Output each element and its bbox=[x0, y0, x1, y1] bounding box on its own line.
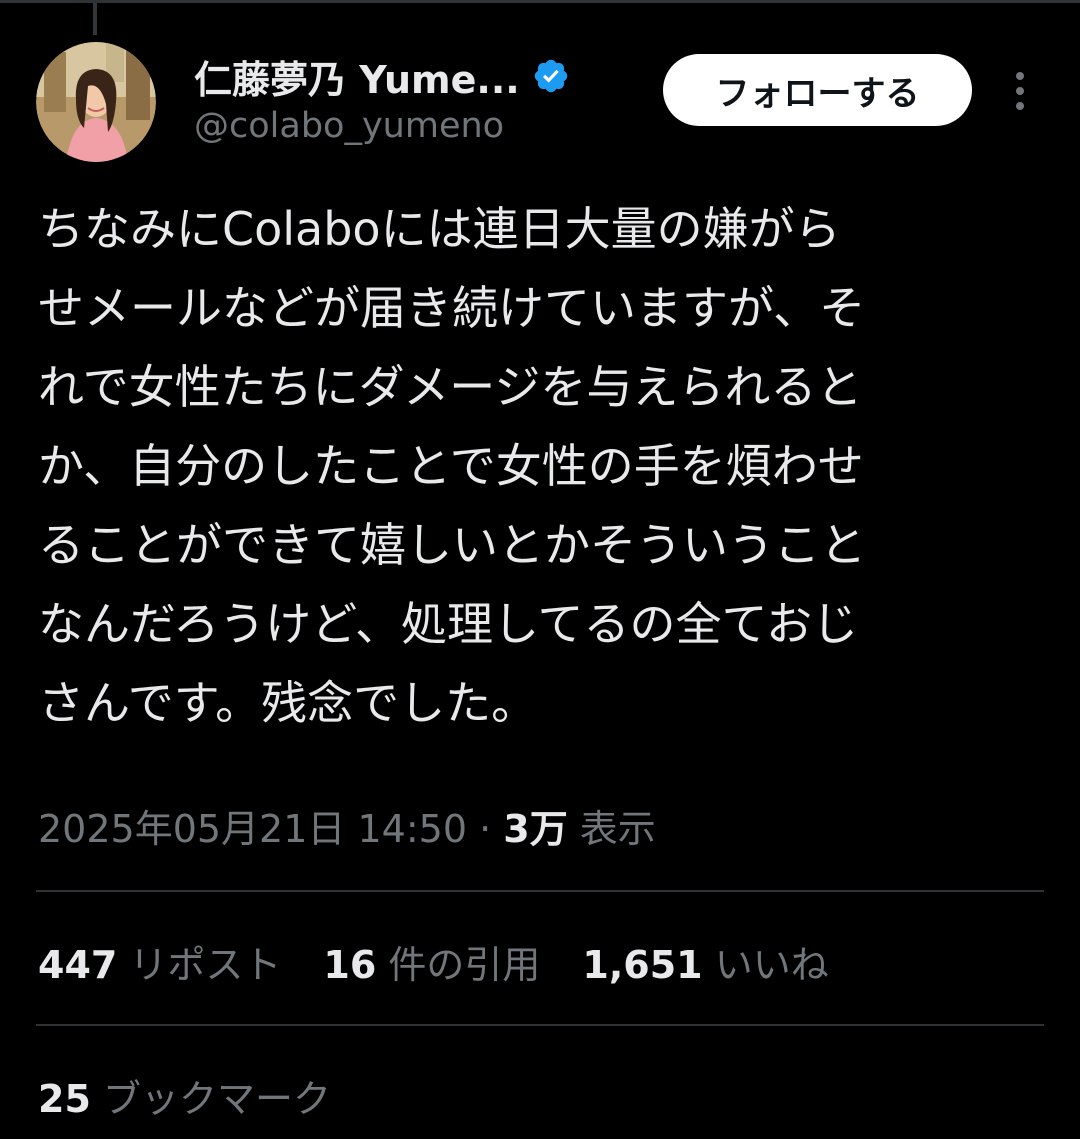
divider bbox=[36, 1024, 1044, 1026]
likes-label: いいね bbox=[702, 943, 829, 987]
verified-badge-icon bbox=[532, 57, 570, 95]
quotes-count: 16 bbox=[323, 943, 377, 987]
views-count: 3万 bbox=[503, 807, 568, 851]
quotes-stat[interactable]: 16 件の引用 bbox=[323, 934, 540, 989]
likes-count: 1,651 bbox=[582, 943, 703, 987]
bookmarks-count: 25 bbox=[38, 1077, 91, 1121]
display-name[interactable]: 仁藤夢乃 Yume... bbox=[194, 49, 520, 104]
bookmarks-label: ブックマーク bbox=[90, 1077, 331, 1121]
reposts-count: 447 bbox=[38, 943, 118, 987]
follow-button[interactable]: フォローする bbox=[663, 54, 972, 126]
quotes-label: 件の引用 bbox=[376, 943, 541, 987]
tweet-meta: 2025年05月21日 14:50 · 3万 表示 bbox=[38, 798, 656, 853]
bookmarks-stat[interactable]: 25 ブックマーク bbox=[38, 1068, 331, 1123]
reposts-label: リポスト bbox=[117, 943, 282, 987]
top-border bbox=[0, 0, 1080, 3]
divider bbox=[36, 890, 1044, 892]
reposts-stat[interactable]: 447 リポスト bbox=[38, 934, 281, 989]
tweet-timestamp[interactable]: 2025年05月21日 14:50 bbox=[38, 807, 467, 851]
thread-connector-line bbox=[93, 3, 97, 35]
meta-separator: · bbox=[467, 807, 504, 851]
engagement-stats: 447 リポスト 16 件の引用 1,651 いいね bbox=[38, 934, 829, 989]
more-options-icon[interactable] bbox=[1004, 70, 1036, 114]
avatar[interactable] bbox=[36, 42, 156, 162]
views-label: 表示 bbox=[567, 807, 656, 851]
user-handle[interactable]: @colabo_yumeno bbox=[194, 106, 504, 146]
likes-stat[interactable]: 1,651 いいね bbox=[582, 934, 828, 989]
avatar-image bbox=[36, 42, 156, 162]
tweet-text: ちなみにColaboには連日大量の嫌がら せメールなどが届き続けていますが、そ … bbox=[38, 202, 866, 730]
display-name-row[interactable]: 仁藤夢乃 Yume... bbox=[194, 50, 570, 102]
